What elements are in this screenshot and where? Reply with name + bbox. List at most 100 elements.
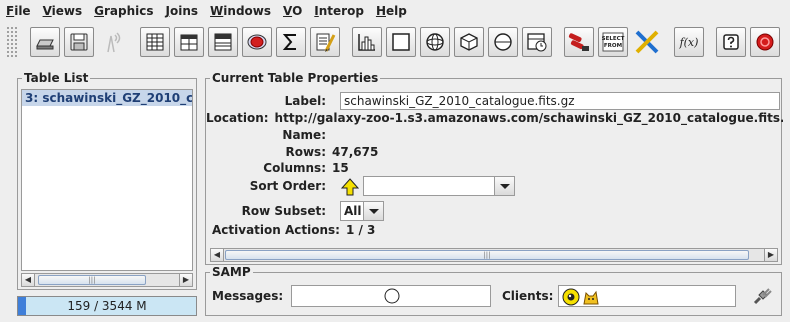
cube-plot-button[interactable] bbox=[454, 27, 484, 57]
menu-file-label: ile bbox=[14, 4, 31, 18]
activation-actions-value[interactable]: 1 / 3 bbox=[346, 223, 375, 237]
subsets-button[interactable] bbox=[242, 27, 272, 57]
samp-title: SAMP bbox=[210, 265, 253, 279]
menu-joins[interactable]: Joins bbox=[166, 4, 199, 18]
rows-label: Rows: bbox=[285, 145, 326, 159]
sql-query-icon: SELECTFROM bbox=[602, 32, 625, 52]
toolbar-grip[interactable] bbox=[6, 26, 18, 58]
exit-button[interactable] bbox=[750, 27, 780, 57]
save-table-button[interactable] bbox=[64, 27, 94, 57]
table-parameters-button[interactable] bbox=[208, 27, 238, 57]
memory-monitor[interactable]: 159 / 3544 M bbox=[17, 296, 197, 316]
samp-connect-button[interactable] bbox=[749, 283, 775, 309]
sort-order-row: Sort Order: bbox=[206, 178, 332, 194]
label-label: Label: bbox=[284, 94, 326, 108]
table-list-horizontal-scrollbar[interactable]: ◀ ||| ▶ bbox=[21, 273, 193, 287]
table-data-button[interactable] bbox=[140, 27, 170, 57]
plane-plot-icon bbox=[392, 33, 410, 51]
row-subset-label: Row Subset: bbox=[241, 204, 326, 218]
crossmatch-icon bbox=[568, 33, 589, 51]
columns-label: Columns: bbox=[263, 161, 326, 175]
concatenate-icon bbox=[635, 30, 659, 54]
menu-help-mnemonic: H bbox=[375, 4, 386, 18]
statistics-icon bbox=[282, 34, 296, 50]
histogram-button[interactable] bbox=[352, 27, 382, 57]
table-list-title: Table List bbox=[22, 71, 91, 85]
scroll-thumb[interactable]: ||| bbox=[38, 275, 146, 285]
broadcast-button[interactable] bbox=[98, 27, 128, 57]
table-list[interactable]: 3: schawinski_GZ_2010_catalogue.fits.gz bbox=[21, 89, 193, 271]
label-row: Label: bbox=[206, 93, 332, 109]
sphere-plot-button[interactable] bbox=[488, 27, 518, 57]
statistics-button[interactable] bbox=[276, 27, 306, 57]
table-list-panel: Table List 3: schawinski_GZ_2010_catalog… bbox=[17, 71, 197, 290]
menu-help-label: elp bbox=[385, 4, 407, 18]
sky-plot-button[interactable] bbox=[420, 27, 450, 57]
menu-file-mnemonic: F bbox=[6, 4, 15, 18]
columns-row: Columns: 15 bbox=[206, 160, 349, 176]
cube-plot-icon bbox=[460, 33, 478, 51]
scroll-right-arrow-icon[interactable]: ▶ bbox=[764, 249, 777, 261]
menu-graphics[interactable]: Graphics bbox=[94, 4, 153, 18]
row-subset-select[interactable]: All bbox=[340, 201, 384, 221]
table-parameters-icon bbox=[214, 33, 232, 51]
plane-plot-button[interactable] bbox=[386, 27, 416, 57]
activation-actions-button[interactable] bbox=[310, 27, 340, 57]
activation-actions-row: Activation Actions: 1 / 3 bbox=[206, 222, 375, 238]
sort-order-select[interactable] bbox=[363, 176, 515, 196]
functions-button[interactable]: f(x) bbox=[674, 27, 704, 57]
load-table-button[interactable] bbox=[30, 27, 60, 57]
crossmatch-button[interactable] bbox=[564, 27, 594, 57]
plug-icon bbox=[753, 288, 772, 305]
menu-help[interactable]: Help bbox=[376, 4, 407, 18]
exit-icon bbox=[756, 33, 774, 51]
sky-plot-icon bbox=[426, 33, 444, 51]
help-button[interactable] bbox=[716, 27, 746, 57]
scroll-thumb[interactable]: ||| bbox=[225, 250, 749, 260]
current-table-properties-panel: Current Table Properties Label: schawins… bbox=[205, 71, 783, 265]
menu-interop-label: nterop bbox=[318, 4, 364, 18]
samp-panel: SAMP Messages: Clients: bbox=[205, 265, 782, 316]
menu-views[interactable]: Views bbox=[43, 4, 83, 18]
columns-value: 15 bbox=[332, 161, 349, 175]
clients-indicator[interactable] bbox=[558, 285, 736, 307]
row-subset-value: All bbox=[344, 204, 362, 218]
label-field[interactable]: schawinski_GZ_2010_catalogue.fits.gz bbox=[340, 92, 780, 110]
table-list-item[interactable]: 3: schawinski_GZ_2010_catalogue.fits.gz bbox=[22, 90, 192, 106]
help-icon bbox=[723, 34, 739, 50]
scroll-right-arrow-icon[interactable]: ▶ bbox=[179, 274, 192, 286]
menu-views-mnemonic: V bbox=[42, 4, 52, 18]
concatenate-button[interactable] bbox=[632, 27, 662, 57]
sql-from-text: FROM bbox=[604, 43, 622, 49]
column-metadata-icon bbox=[180, 34, 198, 51]
message-status-icon bbox=[384, 288, 400, 304]
rows-value: 47,675 bbox=[332, 145, 379, 159]
column-metadata-button[interactable] bbox=[174, 27, 204, 57]
menu-windows-label: indows bbox=[223, 4, 272, 18]
menu-windows[interactable]: Windows bbox=[210, 4, 271, 18]
save-table-icon bbox=[70, 33, 88, 51]
menu-graphics-mnemonic: G bbox=[94, 4, 104, 18]
sort-direction-button[interactable] bbox=[340, 177, 360, 197]
broadcast-icon bbox=[107, 32, 121, 53]
chevron-down-icon[interactable] bbox=[494, 177, 514, 195]
menu-interop[interactable]: Interop bbox=[314, 4, 364, 18]
sql-query-button[interactable]: SELECT FROM bbox=[598, 27, 628, 57]
properties-horizontal-scrollbar[interactable]: ◀ ||| ▶ bbox=[210, 248, 778, 262]
menu-file[interactable]: File bbox=[6, 4, 31, 18]
histogram-icon bbox=[358, 34, 375, 51]
sort-up-arrow-icon bbox=[340, 178, 360, 196]
load-table-icon bbox=[36, 39, 54, 50]
hub-client-icon bbox=[562, 288, 580, 306]
topcat-client-icon bbox=[583, 290, 599, 305]
scroll-left-arrow-icon[interactable]: ◀ bbox=[211, 249, 224, 261]
chevron-down-icon[interactable] bbox=[363, 202, 383, 220]
menu-graphics-label: raphics bbox=[104, 4, 154, 18]
time-plot-icon bbox=[527, 33, 547, 52]
time-plot-button[interactable] bbox=[522, 27, 552, 57]
menu-joins-label: oins bbox=[170, 4, 199, 18]
scroll-left-arrow-icon[interactable]: ◀ bbox=[22, 274, 35, 286]
messages-indicator[interactable] bbox=[291, 285, 491, 307]
menu-vo[interactable]: VO bbox=[283, 4, 302, 18]
name-row: Name: bbox=[206, 127, 332, 143]
